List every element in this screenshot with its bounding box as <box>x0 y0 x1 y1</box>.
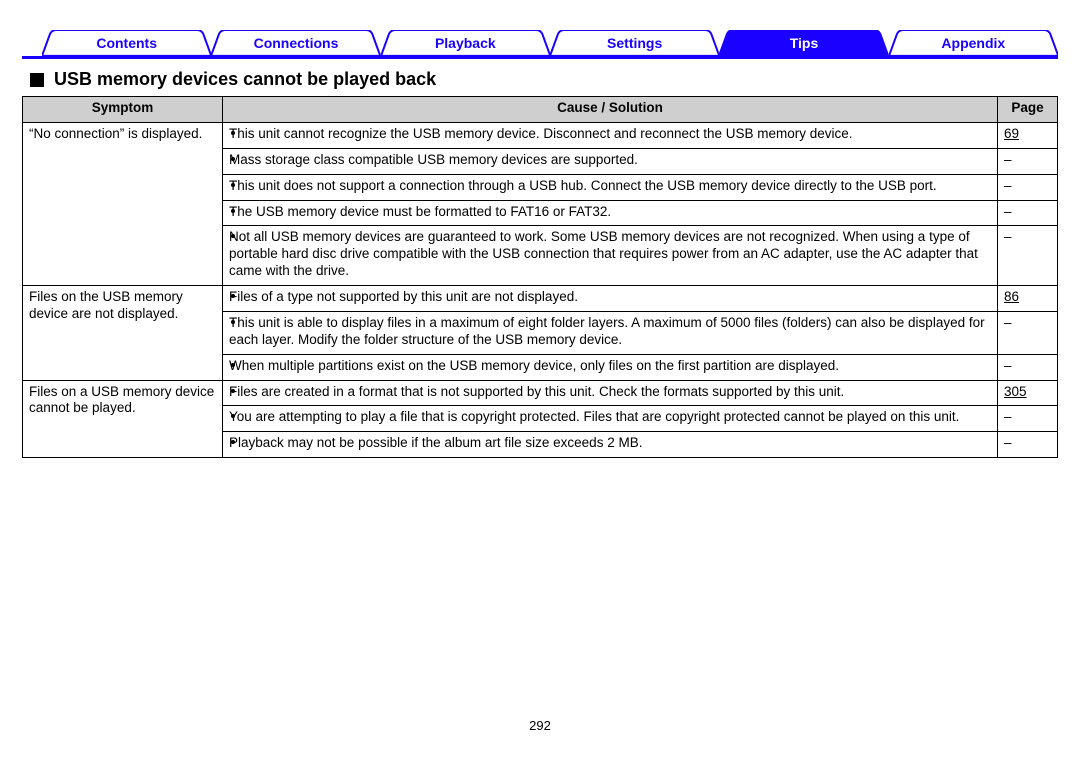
cause-text: The USB memory device must be formatted … <box>229 204 611 219</box>
bullet-icon <box>231 363 235 367</box>
troubleshoot-table: Symptom Cause / Solution Page “No connec… <box>22 96 1058 458</box>
symptom-cell: Files on the USB memory device are not d… <box>23 286 223 381</box>
page-cell: – <box>998 432 1058 458</box>
table-row: Files on the USB memory device are not d… <box>23 286 1058 312</box>
bullet-icon <box>231 294 235 298</box>
page-cell: – <box>998 406 1058 432</box>
cause-text: Not all USB memory devices are guarantee… <box>229 229 978 278</box>
tab-label: Settings <box>607 35 662 51</box>
cause-cell: Mass storage class compatible USB memory… <box>223 148 998 174</box>
cause-text: Playback may not be possible if the albu… <box>229 435 642 450</box>
symptom-cell: “No connection” is displayed. <box>23 122 223 285</box>
tab-connections[interactable]: Connections <box>211 30 380 56</box>
page-link[interactable]: 86 <box>1004 289 1019 304</box>
bullet-icon <box>231 183 235 187</box>
page-dash: – <box>1004 229 1012 244</box>
tab-label: Appendix <box>941 35 1005 51</box>
page-cell[interactable]: 86 <box>998 286 1058 312</box>
cause-cell: You are attempting to play a file that i… <box>223 406 998 432</box>
page-cell: – <box>998 200 1058 226</box>
page: Contents Connections Playback Settings Tips A… <box>0 0 1080 753</box>
cause-text: This unit does not support a connection … <box>229 178 937 193</box>
cause-text: Files are created in a format that is no… <box>229 384 844 399</box>
cause-cell: When multiple partitions exist on the US… <box>223 354 998 380</box>
tab-tips[interactable]: Tips <box>719 30 888 56</box>
tab-contents[interactable]: Contents <box>42 30 211 56</box>
tab-bar: Contents Connections Playback Settings Tips A… <box>22 30 1058 59</box>
bullet-icon <box>231 131 235 135</box>
cause-cell: Files are created in a format that is no… <box>223 380 998 406</box>
table-header-row: Symptom Cause / Solution Page <box>23 97 1058 123</box>
cause-cell: Not all USB memory devices are guarantee… <box>223 226 998 286</box>
page-cell: – <box>998 174 1058 200</box>
bullet-icon <box>231 320 235 324</box>
tab-playback[interactable]: Playback <box>381 30 550 56</box>
cause-text: You are attempting to play a file that i… <box>229 409 959 424</box>
page-cell[interactable]: 305 <box>998 380 1058 406</box>
tab-label: Playback <box>435 35 496 51</box>
page-dash: – <box>1004 178 1012 193</box>
square-bullet-icon <box>30 73 44 87</box>
cause-text: When multiple partitions exist on the US… <box>229 358 839 373</box>
table-row: “No connection” is displayed.This unit c… <box>23 122 1058 148</box>
page-dash: – <box>1004 435 1012 450</box>
table-row: Files on a USB memory device cannot be p… <box>23 380 1058 406</box>
col-header-symptom: Symptom <box>23 97 223 123</box>
bullet-icon <box>231 157 235 161</box>
cause-text: Mass storage class compatible USB memory… <box>229 152 638 167</box>
cause-cell: This unit does not support a connection … <box>223 174 998 200</box>
cause-text: This unit is able to display files in a … <box>229 315 985 347</box>
tab-label: Tips <box>790 35 819 51</box>
col-header-cause: Cause / Solution <box>223 97 998 123</box>
section-heading-row: USB memory devices cannot be played back <box>30 69 1058 90</box>
page-link[interactable]: 305 <box>1004 384 1027 399</box>
page-link[interactable]: 69 <box>1004 126 1019 141</box>
cause-text: This unit cannot recognize the USB memor… <box>229 126 853 141</box>
tab-list: Contents Connections Playback Settings Tips A… <box>22 30 1058 56</box>
tab-appendix[interactable]: Appendix <box>889 30 1058 56</box>
tab-label: Contents <box>96 35 157 51</box>
cause-cell: Playback may not be possible if the albu… <box>223 432 998 458</box>
cause-text: Files of a type not supported by this un… <box>229 289 578 304</box>
page-dash: – <box>1004 358 1012 373</box>
col-header-page: Page <box>998 97 1058 123</box>
page-cell: – <box>998 226 1058 286</box>
bullet-icon <box>231 209 235 213</box>
tab-label: Connections <box>254 35 339 51</box>
page-cell: – <box>998 354 1058 380</box>
page-cell: – <box>998 148 1058 174</box>
page-dash: – <box>1004 315 1012 330</box>
page-dash: – <box>1004 204 1012 219</box>
symptom-cell: Files on a USB memory device cannot be p… <box>23 380 223 458</box>
page-dash: – <box>1004 152 1012 167</box>
cause-cell: This unit is able to display files in a … <box>223 311 998 354</box>
cause-cell: The USB memory device must be formatted … <box>223 200 998 226</box>
page-cell[interactable]: 69 <box>998 122 1058 148</box>
section-heading: USB memory devices cannot be played back <box>54 69 436 90</box>
tab-settings[interactable]: Settings <box>550 30 719 56</box>
page-dash: – <box>1004 409 1012 424</box>
bullet-icon <box>231 389 235 393</box>
page-number: 292 <box>22 718 1058 733</box>
cause-cell: This unit cannot recognize the USB memor… <box>223 122 998 148</box>
page-cell: – <box>998 311 1058 354</box>
cause-cell: Files of a type not supported by this un… <box>223 286 998 312</box>
